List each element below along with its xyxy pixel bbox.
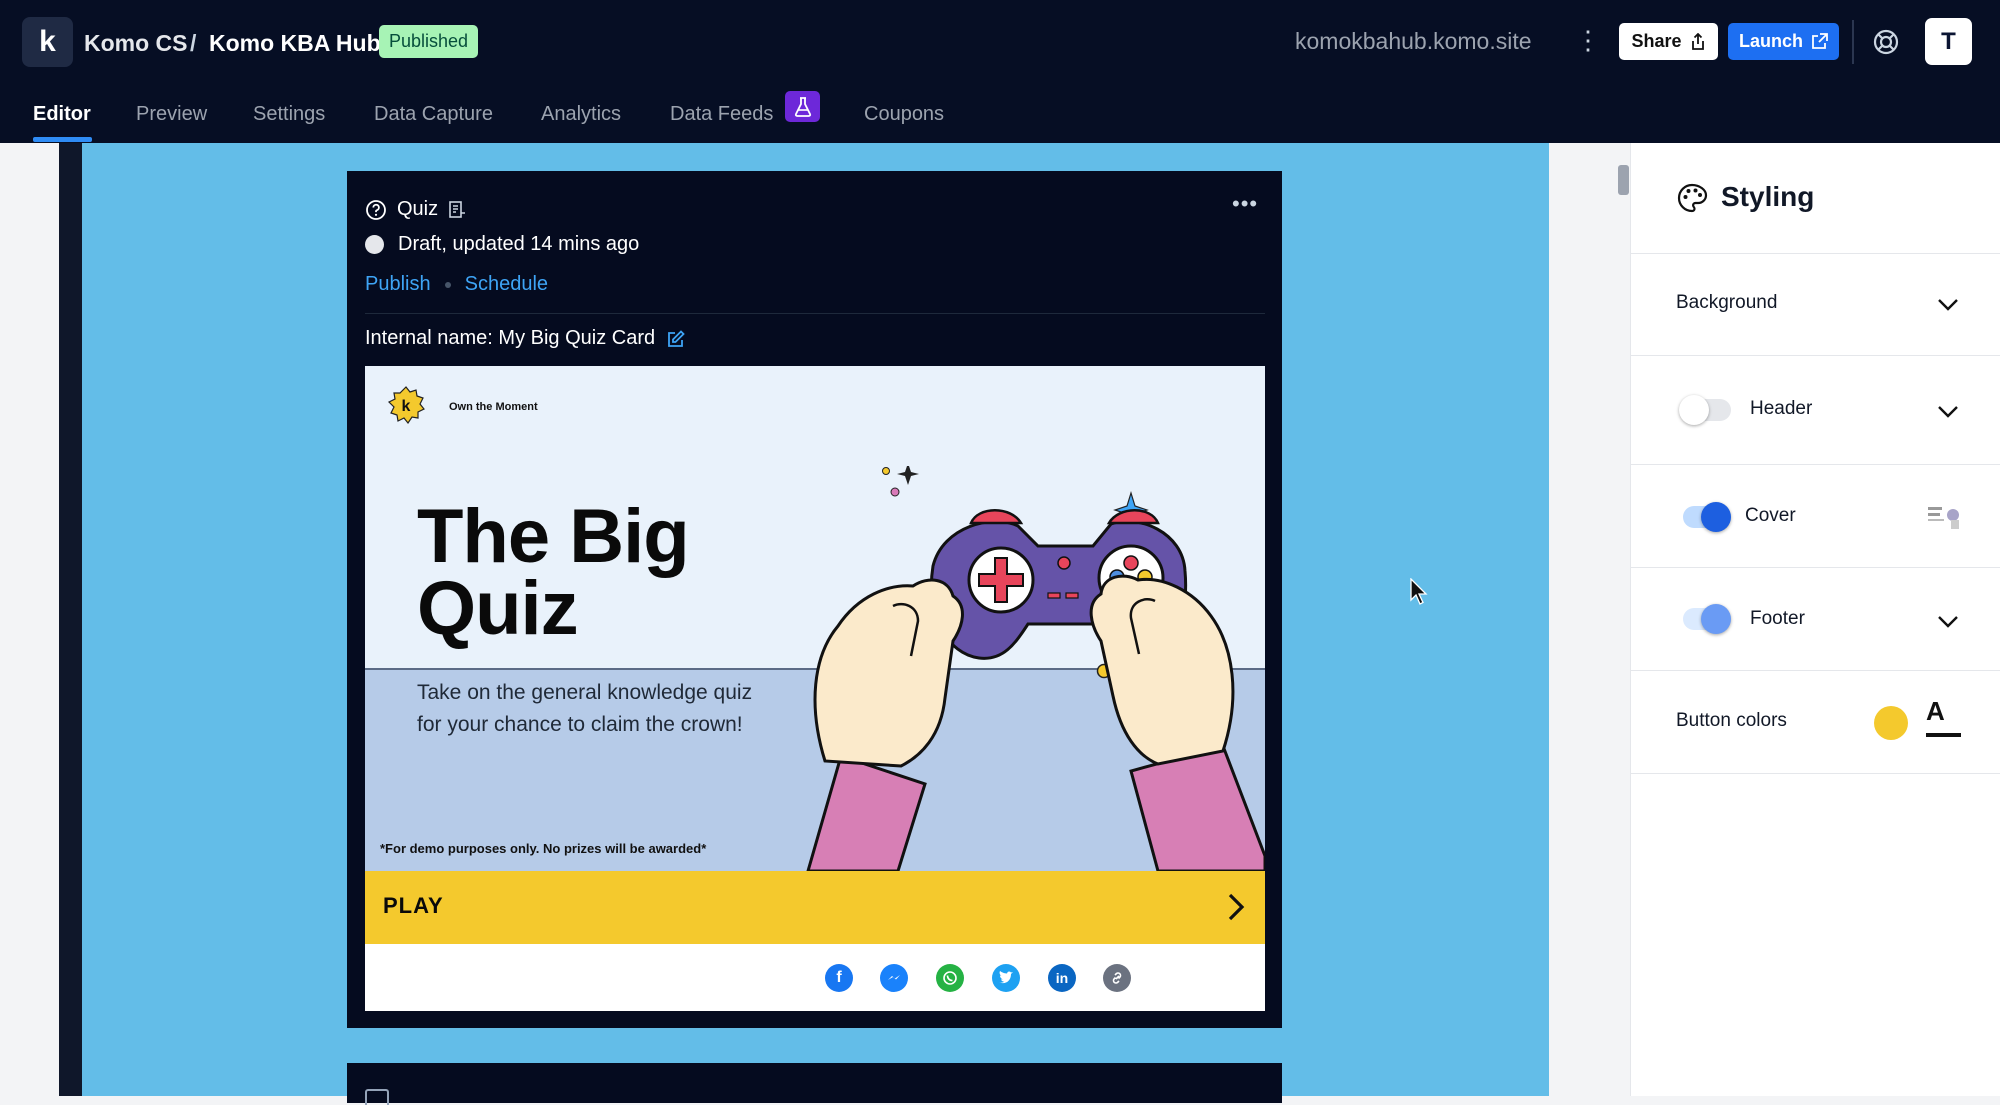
card-type-row: Quiz [365,198,466,221]
external-link-icon [1812,33,1828,49]
breadcrumb-hub[interactable]: Komo KBA Hub [209,25,381,61]
breadcrumb-separator: / [190,29,197,56]
tab-data-capture[interactable]: Data Capture [374,94,493,134]
kebab-vertical-icon[interactable]: ⋮ [1575,26,1601,56]
chevron-right-icon [1228,893,1245,921]
header-toggle[interactable] [1679,395,1731,425]
share-icon [1691,32,1704,50]
komo-logo-icon: k [39,25,56,58]
whatsapp-icon[interactable] [936,964,964,992]
active-tab-indicator [33,137,92,142]
chevron-down-icon[interactable] [1937,405,1959,419]
tab-coupons[interactable]: Coupons [864,94,944,134]
palette-icon [1677,183,1708,213]
cover-toggle[interactable] [1683,502,1731,532]
internal-name-row: Internal name: My Big Quiz Card [365,327,685,350]
card-more-options[interactable]: ••• [1232,191,1258,217]
cover-thumbnail[interactable] [1925,501,1963,531]
flask-beta-icon [785,91,820,122]
chevron-down-icon[interactable] [1937,298,1959,312]
share-button-label: Share [1631,31,1682,51]
card-divider [365,313,1265,314]
svg-text:k: k [402,398,411,415]
play-button-label: PLAY [383,893,444,918]
cover-description: Take on the general knowledge quiz for y… [417,681,753,736]
launch-button[interactable]: Launch [1728,23,1839,60]
button-colors-label: Button colors [1676,710,1787,731]
card-status-text: Draft, updated 14 mins ago [398,233,640,255]
next-card[interactable] [347,1063,1282,1105]
top-bar: k Komo CS / Komo KBA Hub Published komok… [0,0,2000,143]
background-label: Background [1676,292,1778,313]
editor-canvas: Quiz ••• Draft, updated 14 mins ago Publ… [0,143,1630,1105]
next-card-icon [365,1089,389,1105]
tab-preview[interactable]: Preview [136,94,207,134]
card-actions: Publish Schedule [365,273,548,296]
status-badge: Published [379,25,479,58]
quiz-card[interactable]: Quiz ••• Draft, updated 14 mins ago Publ… [347,171,1282,1028]
linkedin-icon[interactable]: in [1048,964,1076,992]
internal-name-text: Internal name: My Big Quiz Card [365,327,656,349]
facebook-icon[interactable]: f [825,964,853,992]
button-bg-color-swatch[interactable] [1874,706,1908,740]
button-text-color-swatch[interactable]: A [1926,696,1945,727]
publish-link[interactable]: Publish [365,273,431,296]
styling-panel-title: Styling [1721,181,1815,212]
footer-toggle-knob [1701,604,1731,634]
tab-editor[interactable]: Editor [33,94,91,134]
messenger-icon[interactable] [880,964,908,992]
card-status-row: Draft, updated 14 mins ago [365,233,639,256]
social-share-bar: f in [365,944,1265,1011]
background-row[interactable]: Background [1631,254,2000,356]
breadcrumb-org[interactable]: Komo CS [84,25,188,61]
cover-title-line1: The Big [417,494,690,579]
brand-tagline: Own the Moment [449,401,538,413]
styling-panel: Styling Background Header Cover Footer B… [1630,143,2000,1096]
footer-row[interactable]: Footer [1631,568,2000,671]
header-divider [1852,20,1854,64]
footer-toggle[interactable] [1683,604,1731,634]
card-type-badge-icon[interactable] [448,200,466,220]
footer-label: Footer [1750,608,1805,629]
chevron-down-icon[interactable] [1937,615,1959,629]
link-icon[interactable] [1103,964,1131,992]
cover-title-line2: Quiz [417,566,579,651]
quiz-cover[interactable]: k Own the Moment The Big Quiz Take on th… [365,366,1265,871]
question-circle-icon [366,199,386,220]
cover-disclaimer: *For demo purposes only. No prizes will … [380,841,707,856]
tab-data-feeds[interactable]: Data Feeds [670,94,773,134]
tab-settings[interactable]: Settings [253,94,325,134]
header-label: Header [1750,398,1813,419]
main-tabs: Editor Preview Settings Data Capture Ana… [0,84,1200,143]
cover-row[interactable]: Cover [1631,465,2000,568]
draft-status-dot [365,235,384,254]
card-type-label: Quiz [397,198,439,220]
user-avatar[interactable]: T [1925,18,1972,65]
site-domain[interactable]: komokbahub.komo.site [1295,28,1532,55]
help-lifebuoy-icon[interactable] [1872,28,1900,56]
mouse-cursor-icon [1410,578,1428,605]
edit-icon[interactable] [667,329,685,348]
styling-panel-header: Styling [1631,143,2000,254]
cover-label: Cover [1745,505,1796,526]
twitter-icon[interactable] [992,964,1020,992]
dot-separator [444,281,451,288]
komo-logo-button[interactable]: k [22,17,73,67]
tab-analytics[interactable]: Analytics [541,94,621,134]
share-button[interactable]: Share [1619,23,1718,60]
launch-button-label: Launch [1738,31,1803,51]
canvas-scrollbar[interactable] [1618,165,1629,195]
button-colors-row: Button colors A [1631,671,2000,774]
play-button[interactable]: PLAY [365,871,1265,944]
header-row[interactable]: Header [1631,356,2000,465]
gamepad-illustration [806,466,1265,871]
cover-title: The Big Quiz [417,494,690,651]
header-toggle-knob [1679,395,1709,425]
cover-toggle-knob [1701,502,1731,532]
button-text-color-underline [1926,733,1961,737]
schedule-link[interactable]: Schedule [465,273,548,296]
brand-logo-icon: k [387,386,425,424]
canvas-scroll-track [1570,143,1630,1096]
